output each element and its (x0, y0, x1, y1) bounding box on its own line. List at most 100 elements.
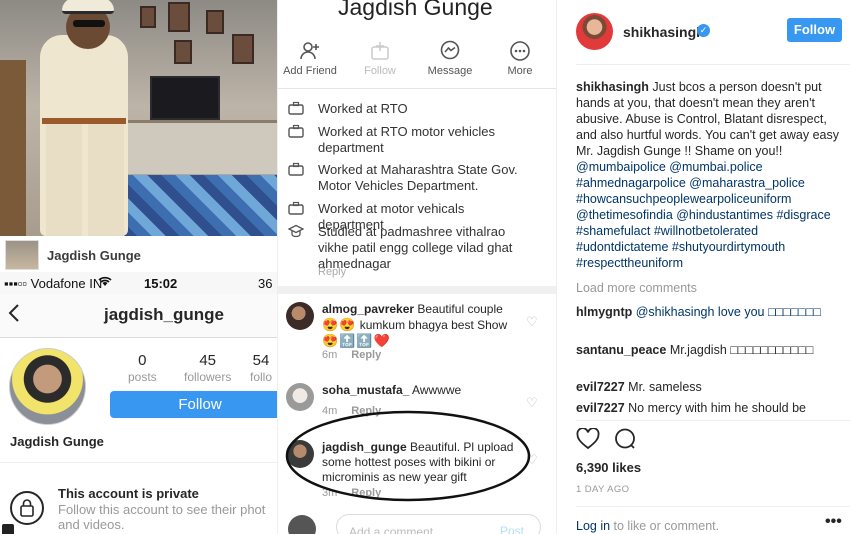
avatar[interactable] (9, 348, 86, 425)
comment-body: No mercy with him he should be (628, 401, 807, 415)
app-icon (2, 524, 14, 534)
door-shape (0, 60, 26, 236)
wall-frame (174, 40, 192, 64)
login-prompt-text: to like or comment. (610, 519, 720, 533)
avatar[interactable] (286, 302, 314, 330)
tv-shape (150, 76, 220, 120)
divider (278, 88, 556, 89)
wall-frame (232, 34, 254, 64)
photo-caption-name: Jagdish Gunge (47, 247, 141, 263)
followers-label: followers (184, 370, 232, 384)
avatar[interactable] (576, 13, 613, 50)
verified-badge-icon: ✓ (697, 24, 710, 37)
reply-link-cut[interactable]: Reply (318, 266, 346, 278)
add-friend-label: Add Friend (283, 65, 337, 77)
comment-meta: 6m Reply (322, 349, 381, 361)
comment-user[interactable]: soha_mustafa_ (322, 383, 409, 397)
comment-body: Beautiful couple (417, 302, 503, 316)
following-stat[interactable]: 54 follo (250, 352, 272, 384)
load-more-comments-link[interactable]: Load more comments (576, 281, 697, 295)
avatar[interactable] (286, 383, 314, 411)
work-text: Worked at Maharashtra State Gov. Motor V… (318, 162, 518, 193)
education-text: Studied at padmashree vithalrao vikhe pa… (318, 224, 513, 271)
divider (0, 462, 277, 463)
followers-count: 45 (199, 352, 217, 369)
comment-text: soha_mustafa_ Awwwwe (322, 383, 527, 398)
clock: 15:02 (144, 276, 178, 291)
post-timestamp: 1 DAY AGO (576, 484, 630, 495)
post-caption: shikhasingh Just bcos a person doesn't p… (576, 79, 840, 271)
briefcase-icon (288, 101, 304, 115)
following-label: follo (250, 370, 273, 384)
private-account-title: This account is private (58, 486, 199, 501)
likes-count[interactable]: 6,390 likes (576, 460, 641, 475)
post-button[interactable]: Post (500, 524, 524, 534)
carrier-label: ▪▪▪▫▫ Vodafone IN (4, 276, 103, 291)
private-sub-line1: Follow this account to see their phot (58, 502, 266, 517)
comment-item: hlmygntp @shikhasingh love you □□□□□□□ (576, 304, 836, 320)
post-author-username[interactable]: shikhasingh (623, 24, 705, 40)
more-icon (490, 40, 550, 62)
thumbnail-image (5, 240, 39, 270)
left-panel: Jagdish Gunge ▪▪▪▫▫ Vodafone IN 15:02 36… (0, 0, 277, 534)
posts-count: 0 (138, 352, 147, 369)
wifi-icon (98, 276, 112, 290)
fb-follow-button[interactable]: Follow (350, 40, 410, 77)
message-button[interactable]: Message (420, 40, 480, 77)
battery-level: 36 (258, 276, 273, 291)
comment-body: Mr. sameless (628, 380, 702, 394)
comment-body: Awwwwe (412, 383, 462, 397)
wall-frame (140, 6, 156, 28)
photo-caption-bar[interactable]: Jagdish Gunge (0, 238, 277, 272)
caption-username[interactable]: shikhasingh (576, 80, 649, 94)
divider (576, 64, 850, 65)
lock-icon (10, 491, 44, 525)
person-leg (88, 124, 124, 236)
follow-button[interactable]: Follow (110, 391, 277, 418)
ig-profile-header: jagdish_gunge (0, 294, 277, 338)
briefcase-icon (288, 201, 304, 215)
profile-username: jagdish_gunge (104, 305, 224, 324)
follow-button[interactable]: Follow (787, 18, 842, 42)
fb-profile-name: Jagdish Gunge (338, 0, 493, 20)
comment-user[interactable]: santanu_peace (576, 343, 666, 357)
person-cap (62, 0, 114, 14)
middle-panel: Jagdish Gunge Add Friend Follow Message … (277, 0, 557, 534)
messenger-icon (420, 40, 480, 62)
like-heart-icon[interactable] (576, 427, 600, 455)
comment-age: 6m (322, 349, 338, 361)
carrier-name: Vodafone IN (30, 276, 103, 291)
fb-follow-label: Follow (364, 65, 396, 77)
comment-user[interactable]: evil7227 (576, 401, 625, 415)
status-bar: ▪▪▪▫▫ Vodafone IN 15:02 36 (0, 272, 277, 294)
comment-body: @shikhasingh love you □□□□□□□ (635, 305, 821, 319)
comment-emojis-2: 😍🔝🔝❤️ (322, 333, 391, 348)
reply-link[interactable]: Reply (351, 349, 381, 361)
comment-bubble-icon[interactable] (613, 428, 637, 455)
heart-icon[interactable]: ♡ (526, 314, 538, 330)
follow-icon (350, 40, 410, 62)
login-link[interactable]: Log in (576, 519, 610, 533)
back-chevron-icon[interactable] (8, 302, 20, 330)
more-label: More (507, 65, 533, 77)
comment-item: santanu_peace Mr.jagdish □□□□□□□□□□□ (576, 342, 836, 358)
followers-stat[interactable]: 45 followers (184, 352, 231, 384)
more-button[interactable]: More (490, 40, 550, 77)
avatar[interactable] (288, 515, 316, 534)
wall-frame (206, 10, 224, 34)
comment-user[interactable]: hlmygntp (576, 305, 632, 319)
comment-user[interactable]: evil7227 (576, 380, 625, 394)
more-options-icon[interactable]: ••• (825, 513, 842, 531)
tv-unit-shape (118, 120, 277, 174)
caption-hashtags[interactable]: @mumbaipolice @mumbai.police #ahmednagar… (576, 160, 831, 270)
posts-stat[interactable]: 0 posts (128, 352, 157, 384)
comment-user[interactable]: almog_pavreker (322, 302, 414, 316)
person-belt (42, 118, 126, 124)
person-glasses (73, 20, 105, 27)
comment-item: evil7227 No mercy with him he should be (576, 400, 836, 416)
briefcase-icon (288, 124, 304, 138)
comment-item: evil7227 Mr. sameless (576, 379, 836, 395)
comment-body-line2: kumkum bhagya best Show (359, 318, 508, 332)
message-label: Message (427, 65, 473, 77)
add-friend-button[interactable]: Add Friend (280, 40, 340, 77)
